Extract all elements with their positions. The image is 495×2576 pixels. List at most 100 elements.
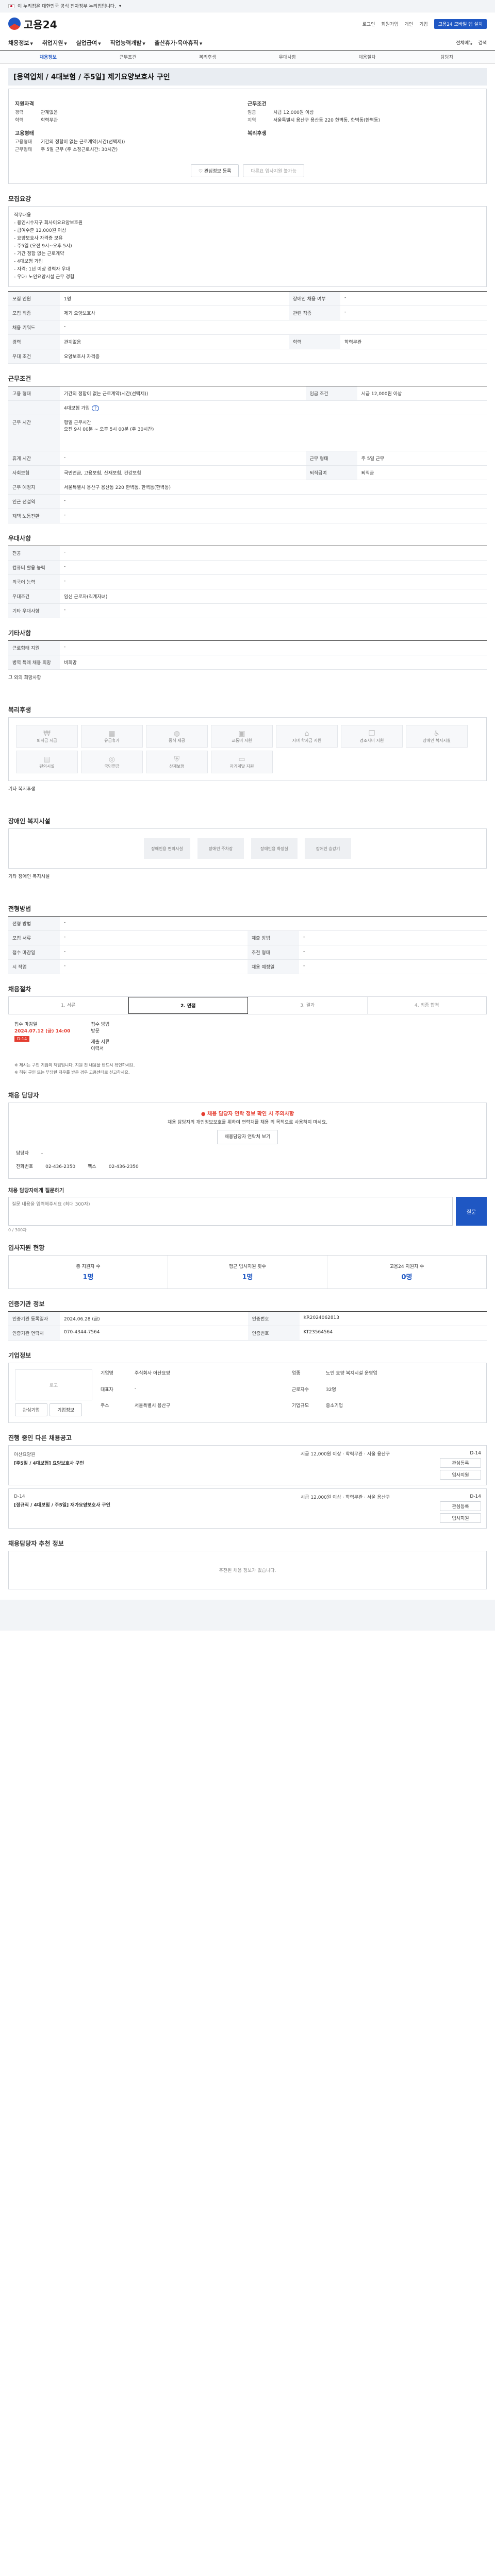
table-row: 고용 형태 기간의 정함이 없는 근로계약(시간(선택제)) 임금 조건 시급 12,… [8,386,487,401]
company-info-button[interactable]: 기업정보 [50,1403,82,1416]
welfare-item: ₩ 퇴직금 지급 [16,725,78,748]
summary-key: 경력 [15,110,24,115]
row-key: 병역 특례 채용 희망 [8,655,60,670]
card-apply-button[interactable]: 입사지원 [440,1470,481,1480]
gnb-item-benefit[interactable]: 실업급여 ▼ [76,39,101,47]
summary-value: 주 5일 근무 (주 소정근로시간: 30시간) [41,147,118,152]
footer [0,1600,495,1631]
card-title[interactable]: [정규직 / 4대보험 / 주5일] 재가요양보호사 구인 [14,1501,295,1508]
manager-warning-text: 채용 담당자 연락 정보 확인 시 주의사항 [207,1111,294,1117]
welfare-item: ▭ 자기계발 지원 [211,751,273,773]
welfare-item: ⛨ 산재보험 [146,751,208,773]
disabled-note: 기타 장애인 복지시설 [8,874,50,879]
chevron-down-icon[interactable]: ▾ [119,4,121,8]
summary-key: 학력 [15,118,24,123]
row-key: 모집 인원 [8,291,60,306]
welfare-note: 기타 복지후생 [8,787,36,792]
row-value: 퇴직금 [357,465,487,480]
interest-company-button[interactable]: 관심기업 [15,1403,48,1416]
card-dday: D-14 [470,1451,481,1456]
row-value-text: 요양보호사 자격증 [64,354,100,360]
row-value: - [60,959,248,974]
gnb-item-leave[interactable]: 출산휴가·육아휴직 ▼ [155,39,203,47]
tab-welfare[interactable]: 복리후생 [168,54,248,60]
logo[interactable]: 고용24 [8,16,57,31]
welfare-item: ▤ 편의시설 [16,751,78,773]
fax-value: 02-436-2350 [108,1164,139,1170]
card-title[interactable]: [주5일 / 4대보험] 요양보호사 구인 [14,1460,295,1466]
tab-recruit[interactable]: 채용정보 [8,54,88,60]
show-contact-button[interactable]: 채용담당자 연락처 보기 [217,1130,278,1144]
job-card[interactable]: 아산요양원 [주5일 / 4대보험] 요양보호사 구인 시급 12,000원 이상… [8,1445,487,1485]
section-title-procedure: 전형방법 [8,905,31,912]
header-link-login[interactable]: 로그인 [362,21,375,27]
table-row: 인증기관 연락처 070-4344-7564 인증번호 KT23564564 [8,1326,487,1341]
all-menu-button[interactable]: 전체메뉴 [456,39,473,46]
card-interest-button[interactable]: 관심등록 [440,1458,481,1468]
manager-warning: ● 채용 담당자 연락 정보 확인 시 주의사항 [16,1110,479,1118]
tab-preference[interactable]: 우대사항 [248,54,327,60]
card-company: D-14 [14,1494,25,1499]
card-interest-button[interactable]: 관심등록 [440,1501,481,1511]
header-link-personal[interactable]: 개인 [405,21,414,27]
gnb-item-support[interactable]: 취업지원 ▼ [42,39,67,47]
row-key: 전형 방법 [8,916,60,931]
row-value: 학력무관 [340,334,487,349]
app-promo-button[interactable]: 고용24 모바일 앱 설치 [434,19,487,29]
gnb-item-training[interactable]: 직업능력개발 ▼ [110,39,145,47]
header-link-company[interactable]: 기업 [419,21,428,27]
gnb-item-jobs[interactable]: 채용정보 ▼ [8,39,33,47]
process-steps: 1. 서류 2. 면접 3. 결과 4. 최종 합격 [8,996,487,1014]
row-key: 우대 조건 [8,349,60,364]
row-key: 추천 형태 [248,945,299,960]
section-title-applicants: 입사지원 현황 [8,1244,45,1251]
manager-name-label: 담당자 [16,1151,29,1156]
company-key: 기업규모 [292,1403,309,1409]
pension-icon: ◎ [108,755,116,764]
welfare-label: 장애인 복지시설 [422,738,451,743]
tab-manager[interactable]: 담당자 [407,54,487,60]
detail-link[interactable]: ? [92,405,100,411]
apply-button[interactable]: 다른요 입사지원 불가능 [243,164,304,177]
question-input[interactable] [8,1197,453,1226]
save-interest-button[interactable]: ♡ 관심정보 등록 [190,164,239,177]
main-nav: 채용정보 ▼ 취업지원 ▼ 실업급여 ▼ 직업능력개발 ▼ 출산휴가·육아휴직 ▼ 전체메… [0,35,495,50]
procedure-table: 전형 방법 - 모집 서류 - 제출 방법 - 접수 마감일 - 추천 형태 - 시 작업 - 채… [8,916,487,974]
row-value: KT23564564 [299,1326,487,1341]
company-value: 중소기업 [326,1403,343,1409]
gnb-label: 직업능력개발 [110,39,142,46]
row-key: 시 작업 [8,959,60,974]
logo-mark-icon [8,18,21,30]
row-key: 우대조건 [8,589,60,604]
card-company: 아산요양원 [14,1452,36,1458]
company-key: 주소 [101,1403,109,1409]
job-description: 직무내용 - 용인시수지구 회사이요요양보호원 - 급여수준 12,000원 이… [8,206,487,287]
warning-icon: ● [201,1111,208,1117]
row-value: 제기 요양보호사 [60,306,289,320]
send-question-button[interactable]: 질문 [456,1197,487,1226]
notice-text: ※ 제시는 구인 기업의 책임입니다. 지원 전 내용을 반드시 확인하세요. … [14,1063,135,1075]
row-value-text: 4대보험 가입 [64,406,90,411]
search-button[interactable]: 검색 [478,39,487,46]
summary-head: 지원자격 [15,101,34,107]
card-apply-button[interactable]: 입사지원 [440,1513,481,1523]
table-row: 채용 키워드 - [8,320,487,335]
row-value: 1명 [60,291,289,306]
welfare-label: 자기계발 지원 [229,764,254,769]
summary-head: 근무조건 [248,101,267,107]
row-value: 070-4344-7564 [60,1326,248,1341]
welfare-item: ◍ 중식 제공 [146,725,208,748]
fax-label: 팩스 [88,1164,96,1170]
section-title-manager: 채용 담당자 [8,1092,39,1099]
company-value: 노인 요양 복지시설 운영업 [326,1371,377,1376]
row-key: 제출 방법 [248,930,299,945]
job-card[interactable]: D-14 [정규직 / 4대보험 / 주5일] 재가요양보호사 구인 시급 12,… [8,1488,487,1529]
tab-conditions[interactable]: 근무조건 [88,54,168,60]
tab-procedure[interactable]: 채용절차 [327,54,407,60]
ask-form: 질문 [8,1197,487,1226]
row-value: 2024.06.28 (금) [60,1311,248,1326]
header-link-signup[interactable]: 회원가입 [381,21,398,27]
section-title-process: 채용절차 [8,986,31,993]
section-title-recommend: 채용담당자 추천 정보 [8,1540,64,1547]
gnb-label: 채용정보 [8,39,29,46]
